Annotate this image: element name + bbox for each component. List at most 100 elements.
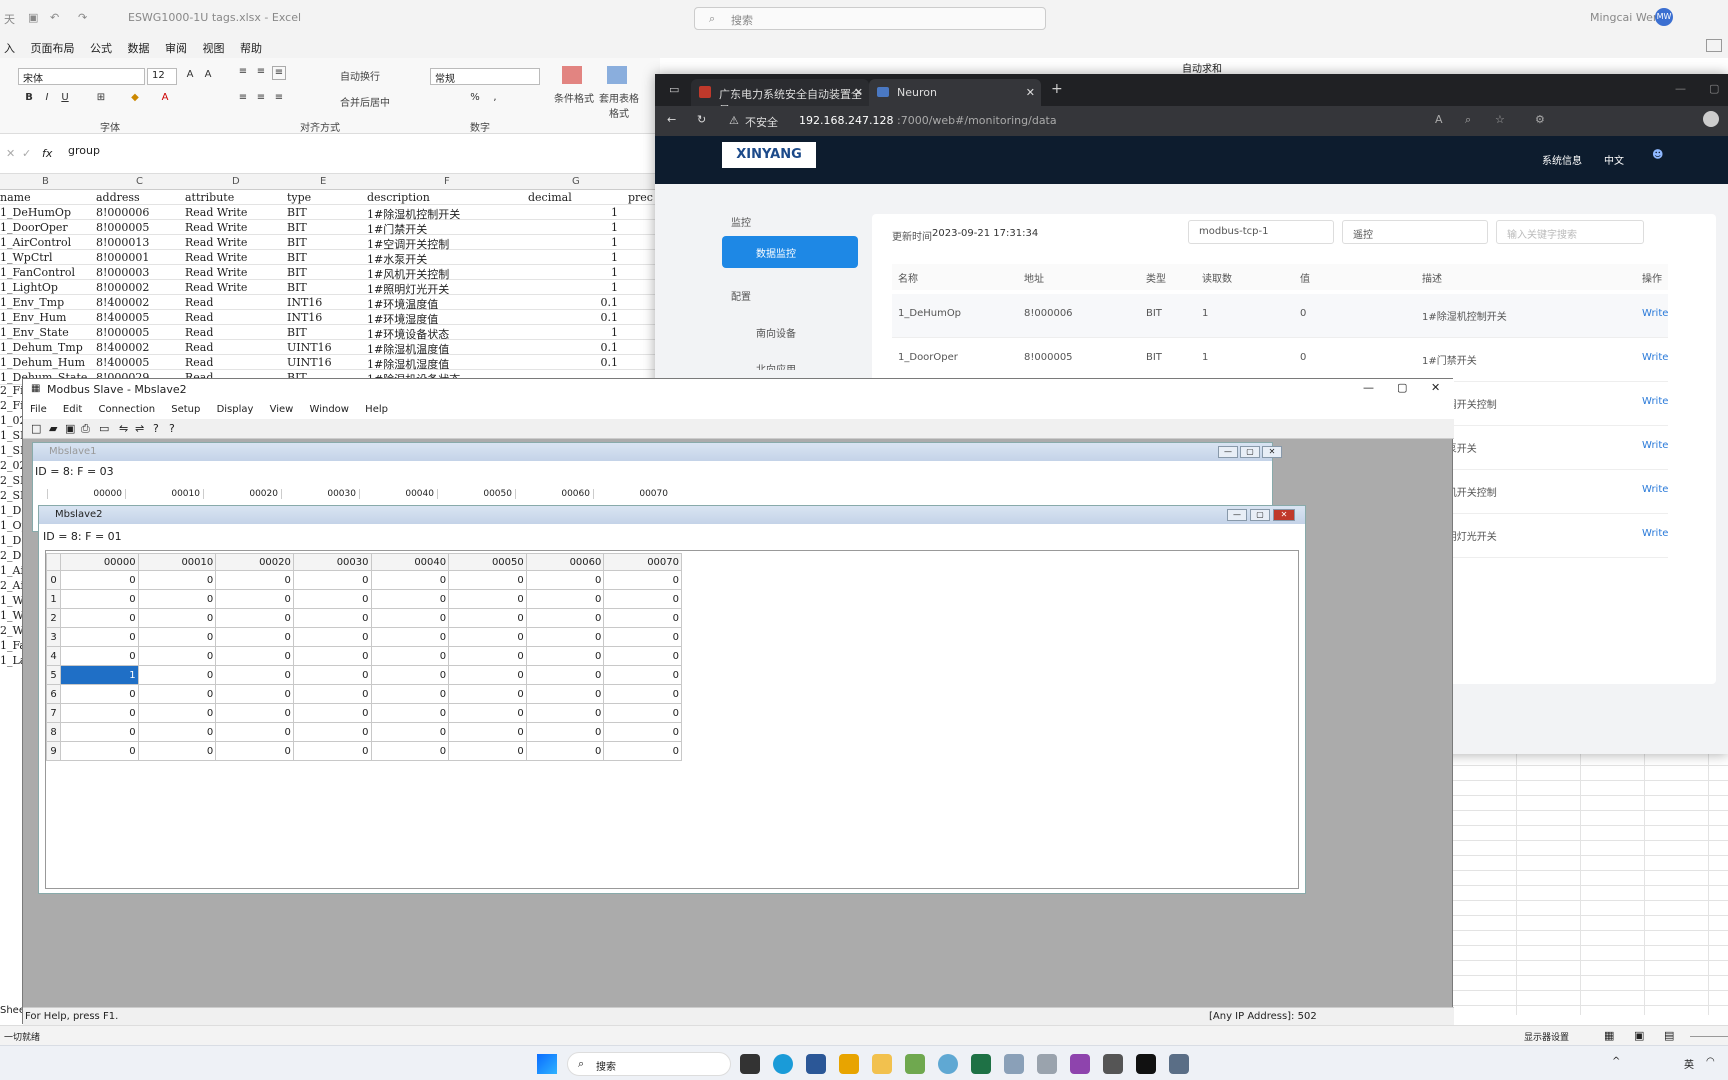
register-cell[interactable]: 0 (448, 570, 527, 590)
menu-help[interactable]: Help (358, 401, 394, 415)
nav-north-apps[interactable]: 北向应用 (756, 361, 796, 370)
maximize-icon[interactable]: ▢ (1397, 381, 1407, 394)
write-button[interactable]: Write (1642, 484, 1668, 495)
table-cell[interactable]: 1 (560, 266, 618, 279)
register-cell[interactable]: 0 (448, 627, 527, 647)
col-header-e[interactable]: E (320, 176, 326, 187)
col-name[interactable]: 名称 (898, 270, 918, 285)
register-cell[interactable]: 0 (603, 646, 682, 666)
register-cell[interactable]: 0 (215, 570, 294, 590)
register-cell[interactable]: 0 (370, 646, 450, 666)
table-cell[interactable]: 1 (560, 326, 618, 339)
table-cell[interactable]: 2_Fir (0, 399, 22, 412)
col-address[interactable]: 地址 (1024, 270, 1044, 285)
table-cell[interactable]: BIT (287, 281, 307, 294)
minimize-icon[interactable]: — (1218, 446, 1238, 458)
window-icon[interactable]: ▭ (99, 422, 109, 435)
file-explorer-icon[interactable] (872, 1054, 892, 1074)
register-cell[interactable]: 0 (525, 684, 605, 704)
avatar[interactable]: MW (1655, 8, 1673, 26)
register-cell[interactable]: 0 (370, 722, 450, 742)
table-cell[interactable]: 8!000001 (96, 251, 149, 264)
close-icon[interactable]: ✕ (1431, 381, 1440, 394)
table-cell[interactable]: Read (185, 341, 213, 354)
table-cell[interactable]: UINT16 (287, 341, 332, 354)
table-cell[interactable]: BIT (287, 266, 307, 279)
table-cell[interactable]: 8!400002 (96, 296, 149, 309)
search-input[interactable]: 输入关键字搜索 (1496, 220, 1644, 244)
register-cell[interactable]: 0 (525, 589, 605, 609)
fx-icon[interactable]: fx (42, 147, 52, 160)
register-cell[interactable]: 0 (448, 665, 527, 685)
header-cell[interactable]: attribute (185, 191, 234, 204)
table-cell[interactable]: 1_Air (0, 564, 22, 577)
register-cell[interactable]: 0 (603, 665, 682, 685)
register-cell[interactable]: 0 (525, 570, 605, 590)
register-cell[interactable]: 0 (603, 608, 682, 628)
table-cell[interactable]: Read (185, 326, 213, 339)
table-cell[interactable]: 1_Doo (0, 504, 22, 517)
photos-icon[interactable] (1004, 1054, 1024, 1074)
register-cell[interactable]: 0 (137, 722, 217, 742)
font-size-select[interactable]: 12 (147, 68, 177, 85)
table-cell[interactable]: 2_Air (0, 579, 22, 592)
reload-icon[interactable]: ↻ (697, 113, 706, 126)
align-center-icon[interactable]: ≡ (254, 92, 268, 106)
register-cell[interactable]: 0 (60, 627, 139, 647)
conditional-format-button[interactable]: 条件格式 (554, 90, 594, 105)
table-cell[interactable]: 1_WpCtrl (0, 251, 52, 264)
header-cell[interactable]: type (287, 191, 311, 204)
register-cell[interactable]: 0 (137, 741, 217, 761)
table-cell[interactable]: 1_FanControl (0, 266, 75, 279)
fill-color-icon[interactable]: ◆ (128, 92, 142, 106)
table-cell[interactable]: 1_SF6 (0, 429, 22, 442)
register-cell[interactable]: 0 (525, 703, 605, 723)
table-cell[interactable]: Read (185, 296, 213, 309)
register-cell[interactable]: 1 (60, 665, 139, 685)
favorite-icon[interactable]: ☆ (1495, 113, 1505, 126)
register-cell[interactable]: 0 (370, 589, 450, 609)
tab-neuron[interactable]: Neuron ✕ (869, 79, 1041, 106)
table-cell[interactable]: Read Write (185, 266, 247, 279)
register-cell[interactable]: 0 (60, 570, 139, 590)
border-icon[interactable]: ⊞ (94, 92, 108, 106)
maximize-icon[interactable]: ▢ (1240, 446, 1260, 458)
formula-input[interactable]: group (68, 144, 100, 157)
table-cell[interactable]: 1_Env_Hum (0, 311, 66, 324)
minimize-icon[interactable]: — (1227, 509, 1247, 521)
context-help-icon[interactable]: ? (169, 422, 175, 435)
table-cell[interactable]: BIT (287, 251, 307, 264)
table-cell[interactable]: Read Write (185, 251, 247, 264)
shrink-font-icon[interactable]: A (201, 69, 215, 83)
comment-icon[interactable] (1706, 39, 1722, 52)
read-aloud-icon[interactable]: A (1435, 113, 1443, 126)
register-cell[interactable]: 0 (603, 570, 682, 590)
table-cell[interactable]: 0.1 (560, 341, 619, 354)
register-cell[interactable]: 0 (60, 722, 139, 742)
maximize-icon[interactable]: ▢ (1709, 82, 1719, 95)
register-cell[interactable]: 0 (603, 741, 682, 761)
table-cell[interactable]: 0.1 (560, 296, 619, 309)
header-cell[interactable]: address (96, 191, 140, 204)
calculator-icon[interactable] (1037, 1054, 1057, 1074)
table-cell[interactable]: 1_SF6 (0, 444, 22, 457)
register-cell[interactable]: 0 (215, 722, 294, 742)
table-cell[interactable]: 1_DeHumOp (0, 206, 71, 219)
tab-power-system[interactable]: 广东电力系统安全自动装置全景 ✕ (691, 79, 869, 117)
zoom-slider[interactable] (1690, 1036, 1728, 1037)
save-icon[interactable]: ▣ (65, 422, 75, 435)
tab-actions-icon[interactable]: ▭ (669, 83, 679, 96)
table-cell[interactable]: Read (185, 356, 213, 369)
user-icon[interactable]: ☻ (1652, 148, 1663, 161)
register-cell[interactable]: 0 (137, 627, 217, 647)
redo-icon[interactable]: ↷ (78, 11, 87, 24)
new-tab-icon[interactable]: + (1051, 81, 1063, 97)
menu-page-layout[interactable]: 页面布局 (25, 34, 81, 56)
register-cell[interactable]: 0 (292, 608, 372, 628)
table-cell[interactable]: 8!400005 (96, 311, 149, 324)
table-cell[interactable]: 1 (560, 281, 618, 294)
app-icon[interactable] (938, 1054, 958, 1074)
register-cell[interactable]: 0 (215, 741, 294, 761)
close-icon[interactable]: ✕ (1273, 509, 1295, 521)
register-cell[interactable]: 0 (137, 570, 217, 590)
